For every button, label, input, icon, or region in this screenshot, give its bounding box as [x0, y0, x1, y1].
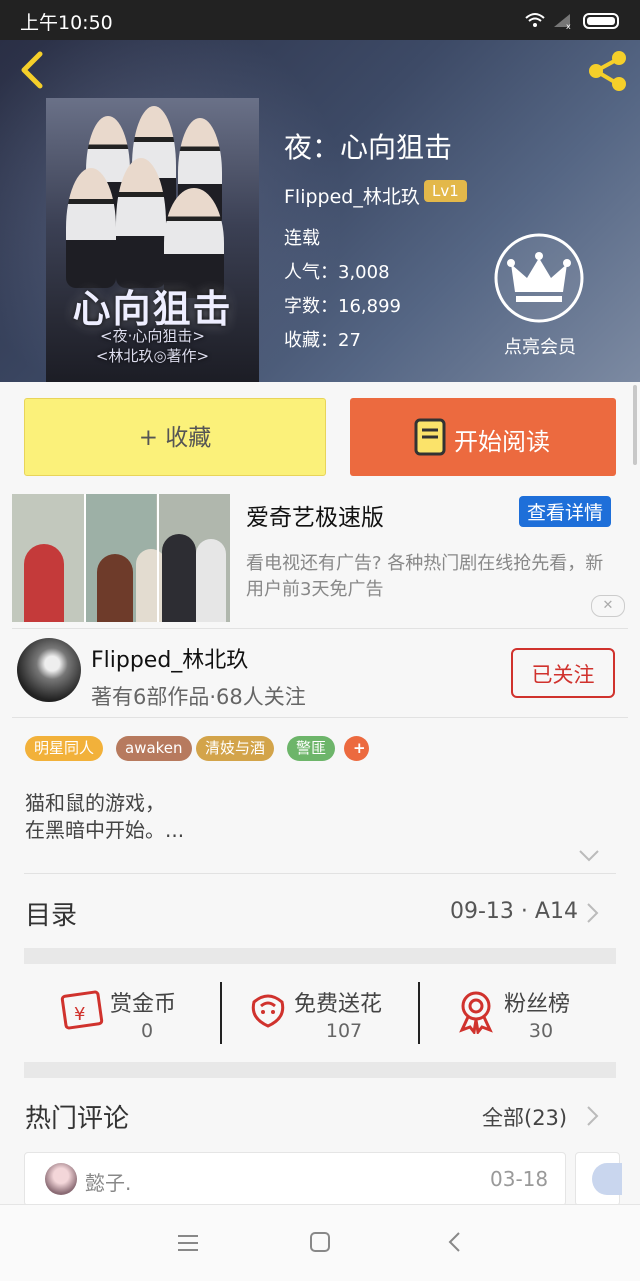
vip-label[interactable]: 点亮会员: [490, 333, 590, 359]
book-status: 连载: [284, 228, 320, 249]
stat-label[interactable]: 免费送花: [294, 986, 382, 1018]
add-tag-button[interactable]: +: [344, 736, 369, 761]
book-icon: [414, 418, 446, 462]
ad-title[interactable]: 爱奇艺极速版: [246, 498, 384, 532]
medal-icon: [456, 990, 496, 1038]
book-favorites: 收藏：27: [284, 330, 361, 351]
wifi-signal-battery-icon: x: [525, 13, 619, 31]
chevron-down-icon[interactable]: [578, 848, 600, 867]
ad-details-button[interactable]: 查看详情: [519, 496, 612, 527]
system-nav-bar: [0, 1204, 640, 1281]
status-icons: x: [522, 10, 622, 34]
crown-icon[interactable]: [493, 232, 585, 324]
follow-button[interactable]: 已关注: [511, 648, 615, 698]
book-popularity: 人气：3,008: [284, 262, 390, 283]
status-time: 上午10:50: [20, 12, 113, 34]
svg-text:¥: ¥: [74, 1004, 85, 1025]
scrollbar[interactable]: [633, 385, 637, 465]
book-author[interactable]: Flipped_林北玖: [284, 182, 420, 209]
stat-label[interactable]: 粉丝榜: [504, 986, 570, 1018]
chevron-right-icon[interactable]: [586, 1105, 600, 1131]
comment-card[interactable]: [575, 1152, 622, 1206]
status-bar: 上午10:50 x: [0, 0, 640, 40]
share-icon[interactable]: [584, 48, 630, 94]
stat-label[interactable]: 赏金币: [110, 986, 176, 1018]
menu-icon[interactable]: [176, 1233, 200, 1257]
directory-label[interactable]: 目录: [25, 895, 77, 932]
chevron-right-icon[interactable]: [586, 902, 600, 928]
tag-item[interactable]: awaken: [116, 736, 192, 761]
tag-item[interactable]: 警匪: [287, 736, 336, 761]
avatar[interactable]: [592, 1163, 622, 1195]
svg-text:x: x: [566, 22, 571, 30]
home-icon[interactable]: [309, 1231, 331, 1257]
start-reading-label: 开始阅读: [454, 428, 550, 456]
book-title: 夜：心向狙击: [284, 131, 453, 164]
book-word-count: 字数：16,899: [284, 296, 401, 317]
back-nav-icon[interactable]: [446, 1231, 462, 1257]
back-icon[interactable]: [14, 50, 50, 90]
author-row-name[interactable]: Flipped_林北玖: [91, 642, 248, 674]
tag-item[interactable]: 清妓与酒: [196, 736, 275, 761]
level-badge: Lv1: [424, 180, 467, 202]
comment-card[interactable]: 懿子. 03-18: [24, 1152, 566, 1206]
cover-subtitle: <夜·心向狙击> <林北玖◎著作>: [95, 327, 210, 365]
directory-latest[interactable]: 09-13 · A14: [450, 899, 578, 924]
ad-image[interactable]: [12, 494, 230, 622]
ad-close-icon[interactable]: ✕: [591, 595, 625, 617]
start-reading-button[interactable]: 开始阅读: [350, 398, 616, 476]
comment-user[interactable]: 懿子.: [85, 1167, 131, 1196]
ad-description: 看电视还有广告? 各种热门剧在线抢先看，新用户前3天免广告: [246, 553, 604, 600]
stat-value: 107: [325, 1020, 363, 1042]
avatar[interactable]: [45, 1163, 77, 1195]
tag-item[interactable]: 明星同人: [25, 736, 104, 761]
book-description[interactable]: 猫和鼠的游戏， 在黑暗中开始。...: [25, 790, 184, 844]
stat-value: 30: [528, 1020, 554, 1042]
book-cover[interactable]: 心向狙击 <夜·心向狙击> <林北玖◎著作>: [46, 98, 259, 382]
red-envelope-icon: ¥: [60, 988, 104, 1036]
flower-icon: [246, 988, 290, 1036]
comment-date: 03-18: [490, 1167, 549, 1191]
stat-value: 0: [140, 1020, 154, 1042]
cover-title: 心向狙击: [72, 286, 233, 331]
hot-comments-label: 热门评论: [25, 1104, 130, 1134]
all-comments-link[interactable]: 全部(23): [482, 1102, 567, 1132]
author-row-info: 著有6部作品·68人关注: [91, 685, 306, 709]
favorite-button[interactable]: + 收藏: [24, 398, 326, 476]
avatar[interactable]: [17, 638, 81, 702]
